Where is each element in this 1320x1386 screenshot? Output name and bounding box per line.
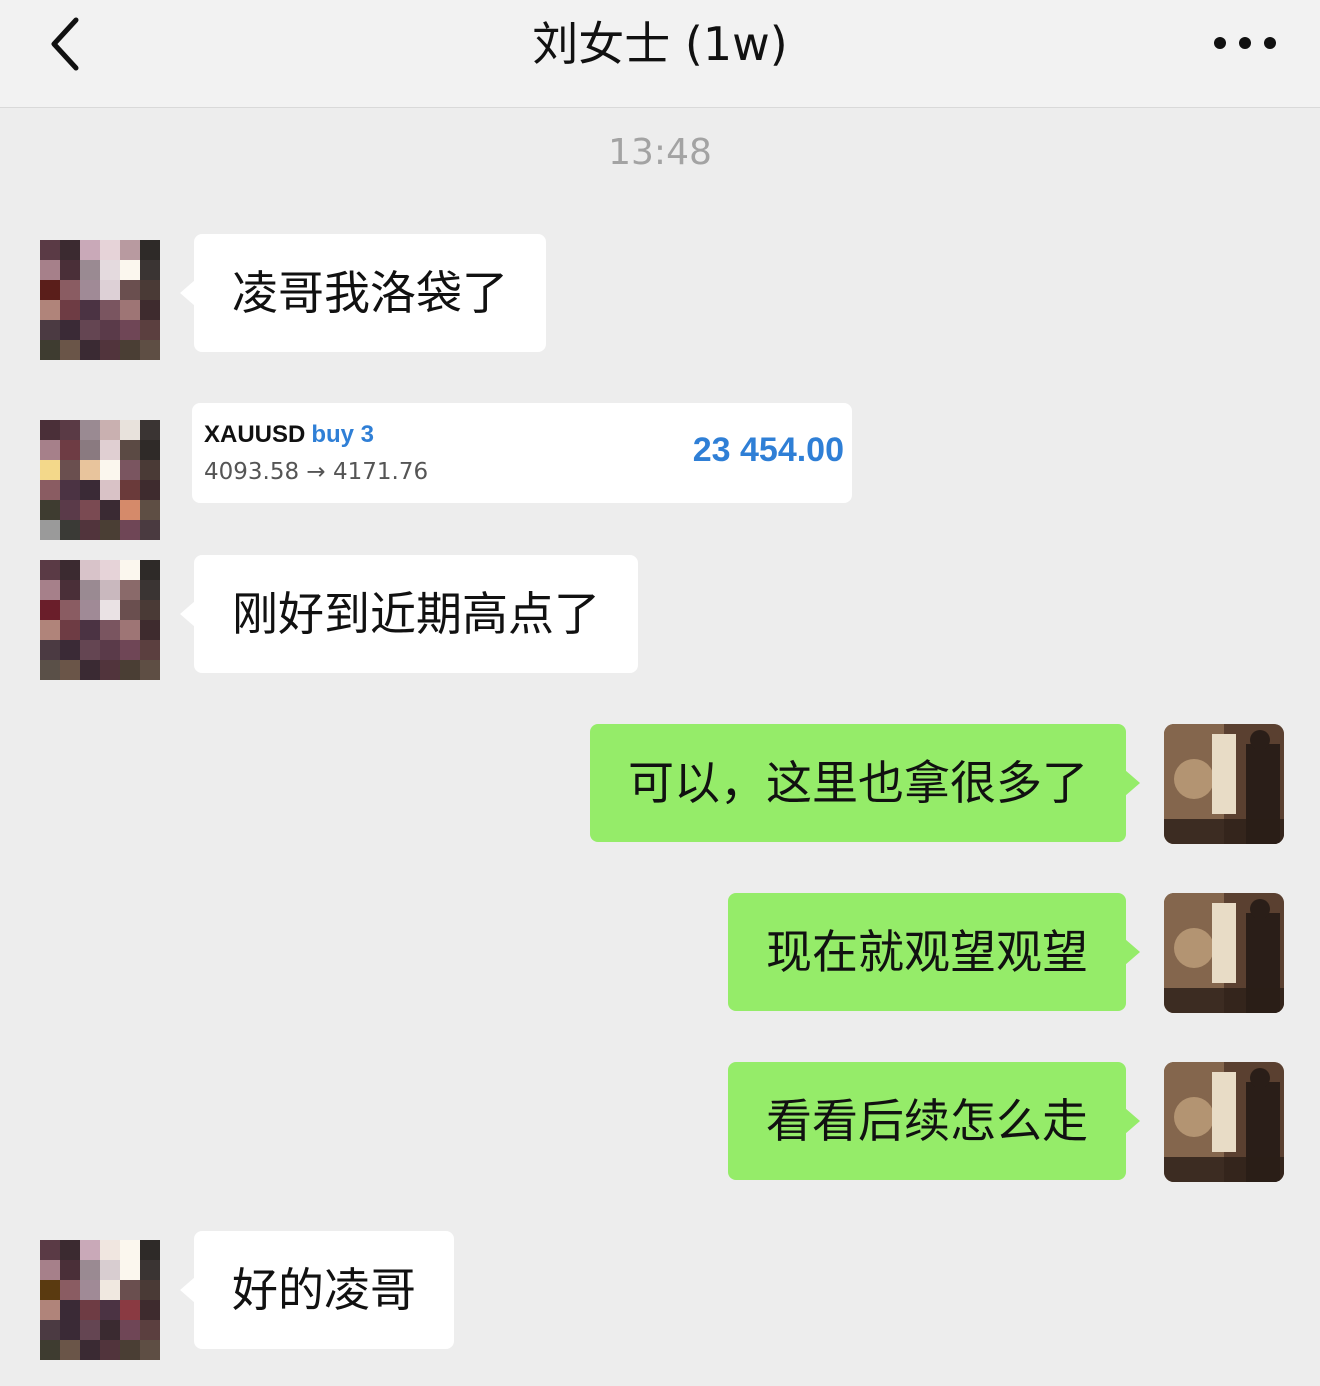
- self-avatar-art: [1164, 1062, 1284, 1182]
- trade-prices: 4093.58 → 4171.76: [204, 459, 429, 485]
- trade-symbol: XAUUSD: [204, 421, 306, 448]
- self-avatar-art: [1164, 893, 1284, 1013]
- chat-header: 刘女士 (1w): [0, 0, 1320, 108]
- ellipsis-icon: [1214, 37, 1276, 49]
- trade-symbol-line: XAUUSD buy 3: [204, 421, 374, 449]
- trade-result-card[interactable]: XAUUSD buy 3 4093.58 → 4171.76 23 454.00: [192, 403, 852, 503]
- contact-avatar[interactable]: [40, 420, 160, 540]
- message-bubble[interactable]: 看看后续怎么走: [728, 1062, 1140, 1180]
- message-bubble[interactable]: 刚好到近期高点了: [180, 555, 638, 673]
- message-timestamp: 13:48: [608, 132, 712, 173]
- chat-title: 刘女士 (1w): [532, 17, 788, 71]
- contact-avatar[interactable]: [40, 1240, 160, 1360]
- trade-side: buy 3: [311, 421, 375, 448]
- self-avatar[interactable]: [1164, 1062, 1284, 1182]
- self-avatar[interactable]: [1164, 893, 1284, 1013]
- trade-profit: 23 454.00: [692, 431, 844, 469]
- more-button[interactable]: [1210, 28, 1280, 58]
- message-bubble[interactable]: 凌哥我洛袋了: [180, 234, 546, 352]
- contact-avatar[interactable]: [40, 240, 160, 360]
- contact-avatar[interactable]: [40, 560, 160, 680]
- message-bubble[interactable]: 好的凌哥: [180, 1231, 454, 1349]
- self-avatar[interactable]: [1164, 724, 1284, 844]
- self-avatar-art: [1164, 724, 1284, 844]
- message-bubble[interactable]: 可以，这里也拿很多了: [590, 724, 1140, 842]
- message-bubble[interactable]: 现在就观望观望: [728, 893, 1140, 1011]
